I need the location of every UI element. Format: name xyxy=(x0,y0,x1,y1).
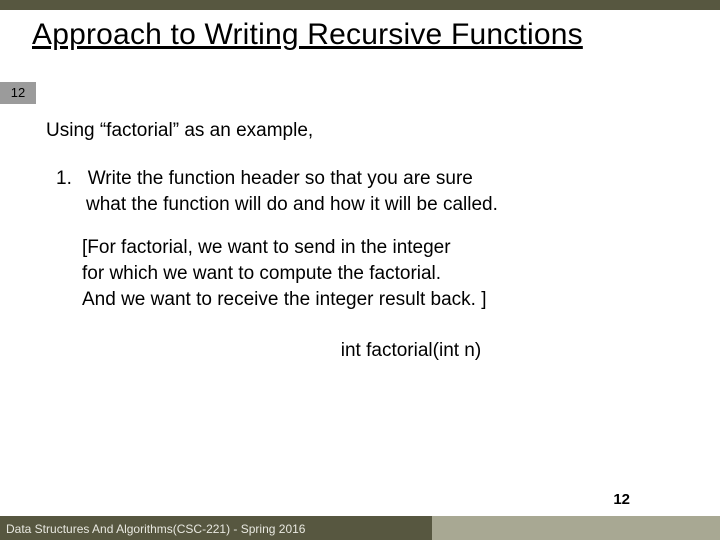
code-signature: int factorial(int n) xyxy=(166,340,656,362)
explain-line3: And we want to receive the integer resul… xyxy=(82,287,656,313)
explain-line1: [For factorial, we want to send in the i… xyxy=(82,235,656,261)
step-1: 1. Write the function header so that you… xyxy=(56,166,656,217)
slide-title: Approach to Writing Recursive Functions xyxy=(32,18,583,52)
intro-text: Using “factorial” as an example, xyxy=(46,120,656,142)
page-badge: 12 xyxy=(0,82,36,104)
footer-bar-light xyxy=(432,516,720,540)
step-line2: what the function will do and how it wil… xyxy=(86,192,656,218)
slide: Approach to Writing Recursive Functions … xyxy=(0,0,720,540)
step-line1: Write the function header so that you ar… xyxy=(88,168,473,189)
explanation-block: [For factorial, we want to send in the i… xyxy=(82,235,656,312)
page-number: 12 xyxy=(613,491,630,508)
footer-text: Data Structures And Algorithms(CSC-221) … xyxy=(6,522,305,536)
step-number: 1. xyxy=(56,168,72,189)
explain-line2: for which we want to compute the factori… xyxy=(82,261,656,287)
slide-content: Using “factorial” as an example, 1. Writ… xyxy=(46,120,656,362)
top-accent-bar xyxy=(0,0,720,10)
